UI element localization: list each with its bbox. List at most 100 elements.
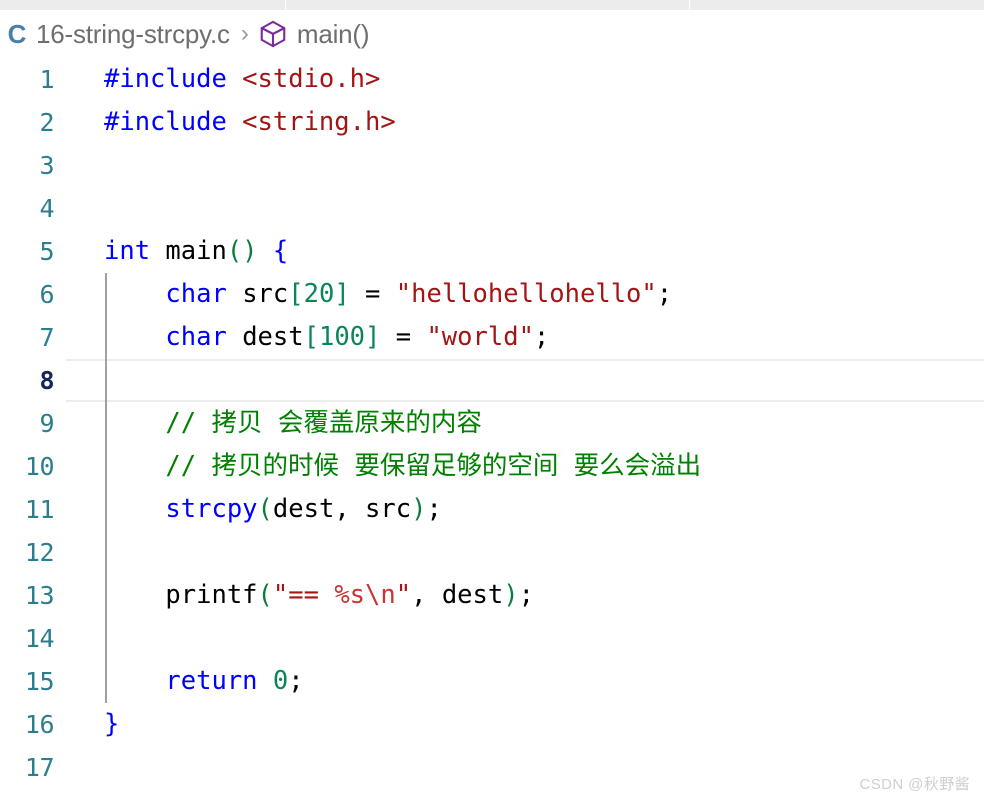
line-number: 6 <box>39 280 54 309</box>
line-content[interactable]: // 拷贝的时候 要保留足够的空间 要么会溢出 <box>66 445 984 488</box>
code-token: dest <box>226 322 304 352</box>
code-text: #include <string.h> <box>66 101 396 144</box>
code-text: char src[20] = "hellohellohello"; <box>66 273 672 316</box>
code-text: int main() { <box>66 230 288 273</box>
line-content[interactable]: #include <string.h> <box>66 101 984 144</box>
code-line[interactable]: 12 <box>0 531 984 574</box>
line-content[interactable] <box>66 617 984 660</box>
code-line[interactable]: 5 int main() { <box>0 230 984 273</box>
line-number: 5 <box>39 237 54 266</box>
line-number: 1 <box>39 65 54 94</box>
code-line[interactable]: 17 <box>0 746 984 789</box>
line-number: 16 <box>24 710 55 739</box>
code-text: return 0; <box>66 660 304 703</box>
code-token: "world" <box>426 322 534 352</box>
line-content[interactable]: int main() { <box>66 230 984 273</box>
code-line[interactable]: 16} <box>0 703 984 746</box>
line-content[interactable] <box>66 187 984 230</box>
line-content[interactable] <box>66 144 984 187</box>
line-content[interactable]: char dest[100] = "world"; <box>66 316 984 359</box>
code-token: ] <box>334 279 350 309</box>
code-token: "== <box>272 580 335 610</box>
code-text: strcpy(dest, src); <box>66 488 441 531</box>
code-line[interactable]: 14 <box>0 617 984 660</box>
line-content[interactable]: strcpy(dest, src); <box>66 488 984 531</box>
line-content[interactable]: printf("== %s\n", dest); <box>66 574 984 617</box>
code-line[interactable]: 1 #include <stdio.h> <box>0 58 984 101</box>
code-token: ) <box>503 580 519 610</box>
code-text: #include <stdio.h> <box>66 58 380 101</box>
line-content[interactable] <box>66 359 984 402</box>
code-text: printf("== %s\n", dest); <box>66 574 534 617</box>
code-token: 100 <box>318 322 366 352</box>
code-token: // 拷贝的时候 要保留足够的空间 要么会溢出 <box>165 451 702 481</box>
breadcrumb-symbol-name: main() <box>296 18 370 49</box>
line-content[interactable]: return 0; <box>66 660 984 703</box>
code-token: { <box>272 236 289 266</box>
code-token: ; <box>533 322 550 352</box>
code-token: ; <box>288 666 304 696</box>
code-token: dest, src <box>272 494 412 524</box>
code-token: int <box>104 236 151 266</box>
line-content[interactable]: char src[20] = "hellohellohello"; <box>66 273 984 316</box>
editor-group-cell-2 <box>286 0 690 10</box>
code-editor[interactable]: 1 #include <stdio.h> 2 #include <string.h> 3… <box>0 58 984 802</box>
code-line[interactable]: 2 #include <string.h> <box>0 101 984 144</box>
watermark: CSDN @秋野酱 <box>859 776 970 793</box>
code-token: <string.h> <box>242 107 396 137</box>
code-token: [ <box>288 279 304 309</box>
line-number: 10 <box>24 452 55 481</box>
code-line[interactable]: 6 char src[20] = "hellohellohello"; <box>0 273 984 316</box>
code-line[interactable]: 3 <box>0 144 984 187</box>
line-number: 11 <box>24 495 55 524</box>
code-token: %s\n <box>334 580 396 610</box>
line-content[interactable]: // 拷贝 会覆盖原来的内容 <box>66 402 984 445</box>
code-line[interactable]: 7 char dest[100] = "world"; <box>0 316 984 359</box>
editor-group-strip <box>0 0 984 10</box>
code-token: "hellohellohello" <box>395 279 657 309</box>
code-token: = <box>380 322 427 352</box>
code-token: ( <box>257 494 273 524</box>
code-line[interactable]: 13 printf("== %s\n", dest); <box>0 574 984 617</box>
code-token: char <box>165 322 227 352</box>
code-token: () <box>226 236 258 266</box>
breadcrumb-item-file[interactable]: C 16-string-strcpy.c <box>2 10 230 58</box>
indent-guide <box>105 273 107 703</box>
code-text: char dest[100] = "world"; <box>66 316 549 359</box>
editor-window: C 16-string-strcpy.c › main() 1 #include … <box>0 0 984 802</box>
code-token: ( <box>257 580 273 610</box>
code-line[interactable]: 8 <box>0 359 984 402</box>
code-line[interactable]: 4 <box>0 187 984 230</box>
code-line[interactable]: 15 return 0; <box>0 660 984 703</box>
code-token: // 拷贝 会覆盖原来的内容 <box>165 408 482 438</box>
line-number: 9 <box>39 409 54 438</box>
code-line[interactable]: 9 // 拷贝 会覆盖原来的内容 <box>0 402 984 445</box>
code-token: main <box>150 236 227 266</box>
code-line[interactable]: 10 // 拷贝的时候 要保留足够的空间 要么会溢出 <box>0 445 984 488</box>
line-content[interactable]: #include <stdio.h> <box>66 58 984 101</box>
line-content[interactable] <box>66 531 984 574</box>
breadcrumb-separator-icon: › <box>240 20 249 47</box>
breadcrumb-item-symbol[interactable]: main() <box>258 10 370 58</box>
line-number: 8 <box>39 366 54 395</box>
line-content[interactable] <box>66 746 984 789</box>
line-number: 13 <box>24 581 55 610</box>
code-token: 0 <box>272 666 289 696</box>
code-token: ) <box>411 494 427 524</box>
code-token: ] <box>365 322 381 352</box>
code-token: strcpy <box>165 494 258 524</box>
line-content[interactable]: } <box>66 703 984 746</box>
code-token: char <box>165 279 227 309</box>
code-line[interactable]: 11 strcpy(dest, src); <box>0 488 984 531</box>
line-number: 15 <box>24 667 55 696</box>
line-number: 14 <box>24 624 55 653</box>
code-token: ; <box>518 580 534 610</box>
